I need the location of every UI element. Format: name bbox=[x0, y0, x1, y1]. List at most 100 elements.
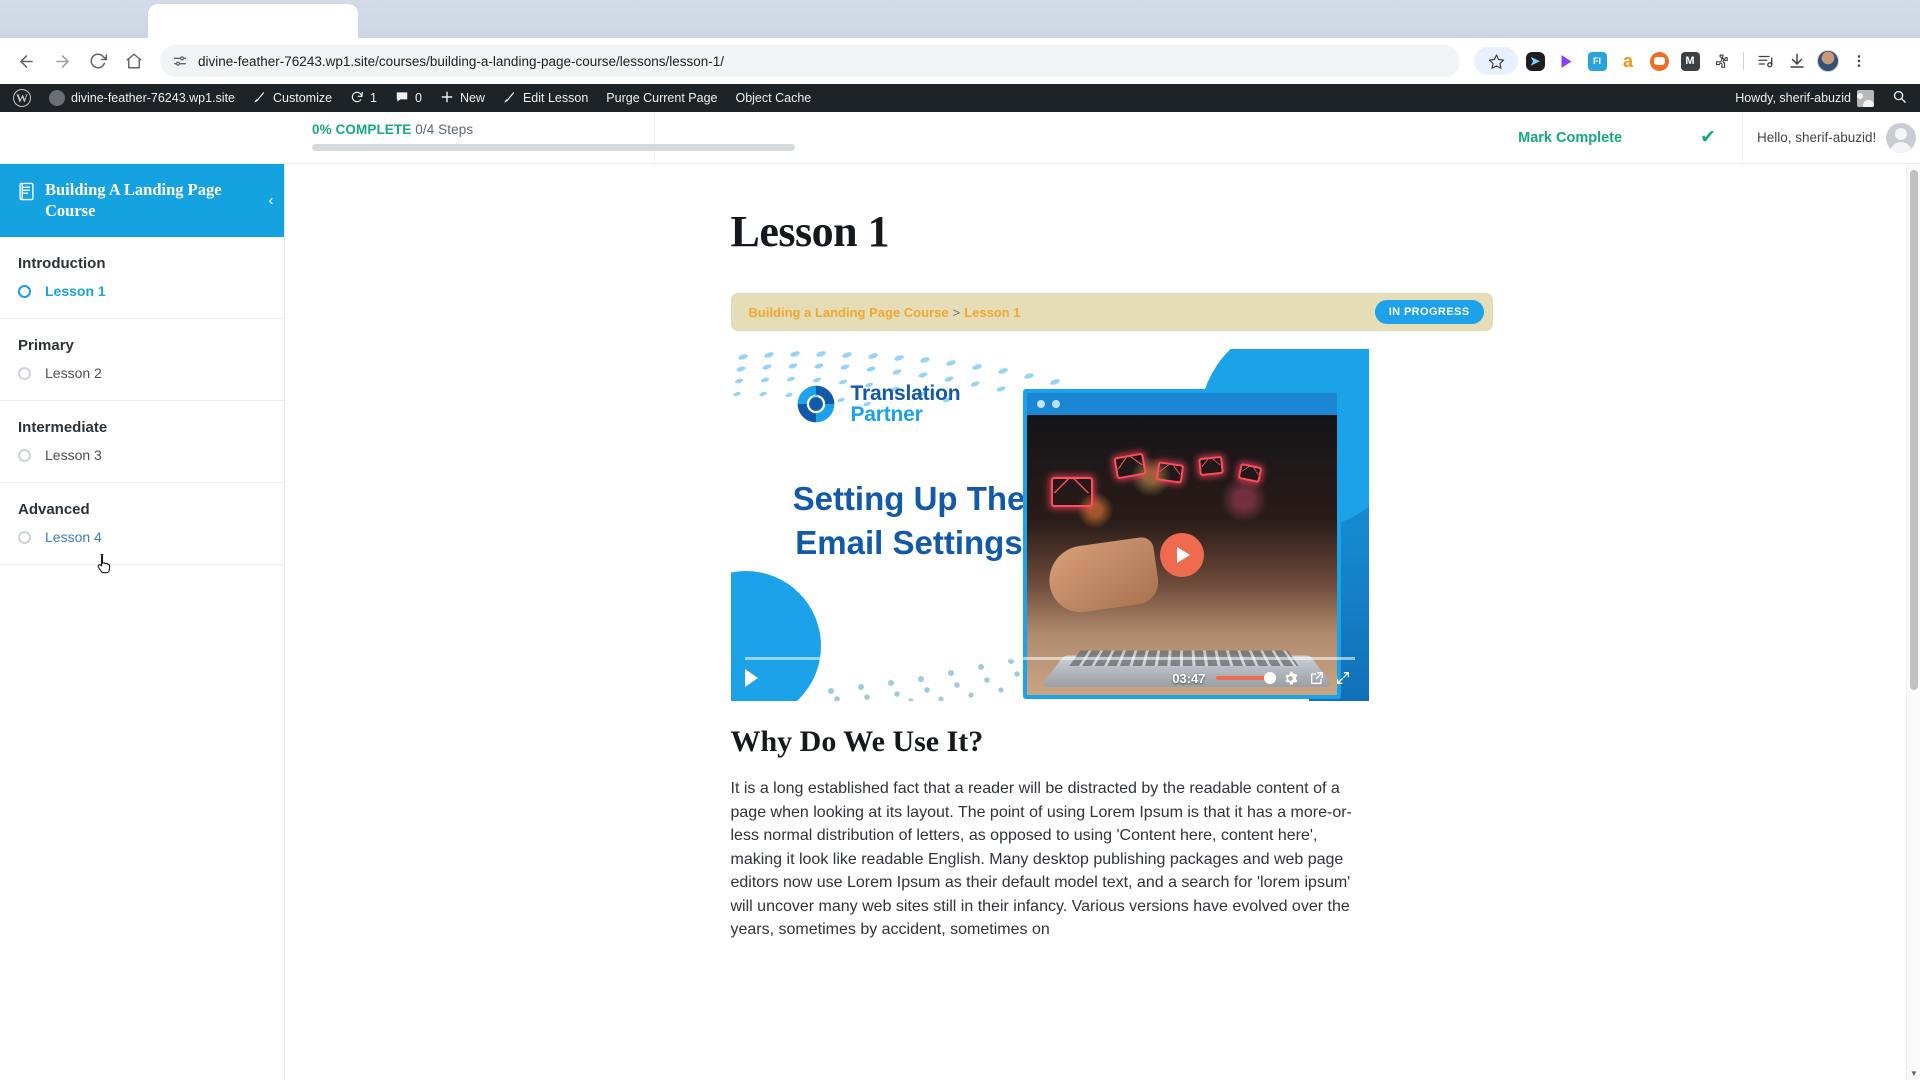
browser-tab-active[interactable] bbox=[148, 4, 358, 38]
envelope-icon bbox=[1112, 452, 1147, 480]
sidebar-item-lesson-4[interactable]: Lesson 4 bbox=[0, 518, 284, 548]
sidebar-section-title: Introduction bbox=[18, 255, 106, 273]
popout-icon[interactable] bbox=[1309, 670, 1325, 686]
fullscreen-icon[interactable] bbox=[1335, 670, 1351, 686]
scrollbar-down-arrow[interactable]: ▼ bbox=[1907, 1066, 1920, 1080]
admin-bar-object-cache[interactable]: Object Cache bbox=[726, 84, 820, 112]
site-icon bbox=[49, 90, 65, 106]
video-frame-titlebar bbox=[1026, 393, 1337, 415]
home-button[interactable] bbox=[118, 45, 150, 77]
volume-slider[interactable] bbox=[1215, 672, 1276, 684]
bot-extension-icon[interactable] bbox=[1645, 47, 1673, 75]
sidebar-item-label: Lesson 1 bbox=[45, 283, 106, 300]
wordpress-logo-icon: W bbox=[13, 89, 31, 107]
edit-pencil-icon bbox=[503, 90, 517, 107]
sidebar-item-lesson-1[interactable]: Lesson 1 bbox=[0, 272, 284, 302]
lesson-video-player[interactable]: Translation Partner Setting Up The Email… bbox=[730, 349, 1369, 701]
purge-current-page-label: Purge Current Page bbox=[606, 91, 718, 105]
course-progress: 0% COMPLETE 0/4 Steps bbox=[0, 112, 795, 163]
reload-button[interactable] bbox=[82, 45, 114, 77]
user-greeting-label: Hello, sherif-abuzid! bbox=[1757, 130, 1877, 145]
admin-bar-site-name[interactable]: divine-feather-76243.wp1.site bbox=[40, 84, 244, 112]
bookmark-star-icon[interactable] bbox=[1474, 47, 1518, 75]
play-button-overlay[interactable] bbox=[1159, 533, 1204, 577]
progress-label: 0% COMPLETE 0/4 Steps bbox=[312, 122, 622, 137]
admin-bar-comments[interactable]: 0 bbox=[386, 84, 431, 112]
howdy-label: Howdy, sherif-abuzid bbox=[1735, 91, 1851, 105]
sidebar-collapse-button[interactable]: ‹ bbox=[258, 188, 284, 214]
chrome-menu-icon[interactable] bbox=[1845, 47, 1873, 75]
sidebar-item-label: Lesson 2 bbox=[45, 365, 102, 382]
admin-bar-new[interactable]: New bbox=[431, 84, 494, 112]
admin-bar-right: Howdy, sherif-abuzid bbox=[1726, 84, 1916, 112]
progress-percent-label: 0% COMPLETE bbox=[312, 122, 412, 137]
video-still-image bbox=[1026, 415, 1337, 695]
envelope-icon bbox=[1050, 477, 1093, 507]
sidebar-item-label: Lesson 3 bbox=[45, 447, 102, 464]
site-settings-icon[interactable] bbox=[172, 53, 188, 69]
breadcrumb-current-link[interactable]: Lesson 1 bbox=[964, 305, 1020, 320]
gmail-m-extension-icon[interactable]: M bbox=[1676, 47, 1704, 75]
comments-count: 0 bbox=[415, 91, 422, 105]
customize-label: Customize bbox=[273, 91, 333, 105]
admin-bar-customize[interactable]: Customize bbox=[244, 84, 341, 112]
admin-bar-edit-lesson[interactable]: Edit Lesson bbox=[494, 84, 597, 112]
sidebar-item-lesson-3[interactable]: Lesson 3 bbox=[0, 436, 284, 466]
sidebar-section-advanced: Advanced Lesson 4 bbox=[0, 483, 284, 566]
fi-extension-icon[interactable]: FI bbox=[1583, 47, 1611, 75]
envelope-icon bbox=[1197, 455, 1224, 477]
video-seek-bar[interactable] bbox=[744, 657, 1355, 660]
logo-line-2: Partner bbox=[850, 403, 923, 426]
address-bar[interactable]: divine-feather-76243.wp1.site/courses/bu… bbox=[160, 45, 1460, 77]
sidebar-section-title: Advanced bbox=[18, 501, 90, 519]
video-controls-bar: 03:47 bbox=[731, 655, 1369, 701]
puzzle-extensions-icon[interactable] bbox=[1707, 47, 1735, 75]
lesson-status-circle-icon bbox=[18, 366, 31, 380]
profile-avatar[interactable] bbox=[1814, 47, 1842, 75]
amazon-extension-icon[interactable]: a bbox=[1614, 47, 1642, 75]
sidebar-section-intermediate: Intermediate Lesson 3 bbox=[0, 401, 284, 484]
sidebar-item-lesson-2[interactable]: Lesson 2 bbox=[0, 354, 284, 384]
search-icon bbox=[1892, 89, 1907, 107]
mark-complete-button[interactable]: Mark Complete ✔ bbox=[1518, 126, 1716, 149]
scrollbar-thumb[interactable] bbox=[1910, 170, 1918, 690]
lesson-content: Lesson 1 Building a Landing Page Course >… bbox=[713, 164, 1493, 942]
purple-send-extension-icon[interactable] bbox=[1552, 47, 1580, 75]
course-header[interactable]: Building A Landing Page Course ‹ bbox=[0, 164, 284, 238]
hand-image bbox=[1044, 535, 1161, 617]
wp-logo-menu[interactable]: W bbox=[4, 84, 40, 112]
window-dot-icon bbox=[1051, 400, 1060, 408]
back-button[interactable] bbox=[10, 45, 42, 77]
page-scrollbar[interactable]: ▲ ▼ bbox=[1906, 164, 1920, 1080]
updates-count: 1 bbox=[370, 91, 377, 105]
user-greeting-area[interactable]: Hello, sherif-abuzid! bbox=[1742, 112, 1920, 163]
logo-line-1: Translation bbox=[850, 382, 961, 405]
admin-bar-purge-current-page[interactable]: Purge Current Page bbox=[597, 84, 726, 112]
admin-bar-search[interactable] bbox=[1883, 84, 1916, 112]
progress-steps-label: 0/4 Steps bbox=[415, 122, 474, 137]
new-label: New bbox=[459, 91, 485, 105]
downloads-icon[interactable] bbox=[1783, 47, 1811, 75]
site-name-label: divine-feather-76243.wp1.site bbox=[71, 91, 235, 105]
address-bar-url: divine-feather-76243.wp1.site/courses/bu… bbox=[198, 53, 725, 69]
forward-button[interactable] bbox=[46, 45, 78, 77]
toolbar-divider bbox=[1743, 52, 1744, 70]
sidebar-section-primary: Primary Lesson 2 bbox=[0, 319, 284, 402]
cursor-extension-icon[interactable]: ➤ bbox=[1521, 47, 1549, 75]
admin-bar-my-account[interactable]: Howdy, sherif-abuzid bbox=[1726, 84, 1883, 112]
media-queue-icon[interactable] bbox=[1752, 47, 1780, 75]
logo-wordmark: Translation Partner bbox=[851, 383, 961, 425]
video-play-button[interactable] bbox=[744, 669, 758, 687]
window-dot-icon bbox=[1036, 400, 1045, 408]
breadcrumb-separator: > bbox=[952, 304, 961, 320]
lesson-content-area: Lesson 1 Building a Landing Page Course >… bbox=[285, 164, 1920, 1080]
breadcrumb-course-link[interactable]: Building a Landing Page Course bbox=[749, 305, 949, 320]
volume-knob[interactable] bbox=[1263, 672, 1276, 684]
settings-gear-icon[interactable] bbox=[1282, 670, 1299, 687]
status-badge: IN PROGRESS bbox=[1374, 300, 1484, 324]
video-thumbnail-frame bbox=[1022, 389, 1341, 699]
toolbar-icons: ➤ FI a M bbox=[1474, 47, 1873, 75]
admin-bar-updates[interactable]: 1 bbox=[341, 84, 386, 112]
sidebar-section-introduction: Introduction Lesson 1 bbox=[0, 237, 284, 320]
eye-logo-icon bbox=[797, 385, 834, 423]
